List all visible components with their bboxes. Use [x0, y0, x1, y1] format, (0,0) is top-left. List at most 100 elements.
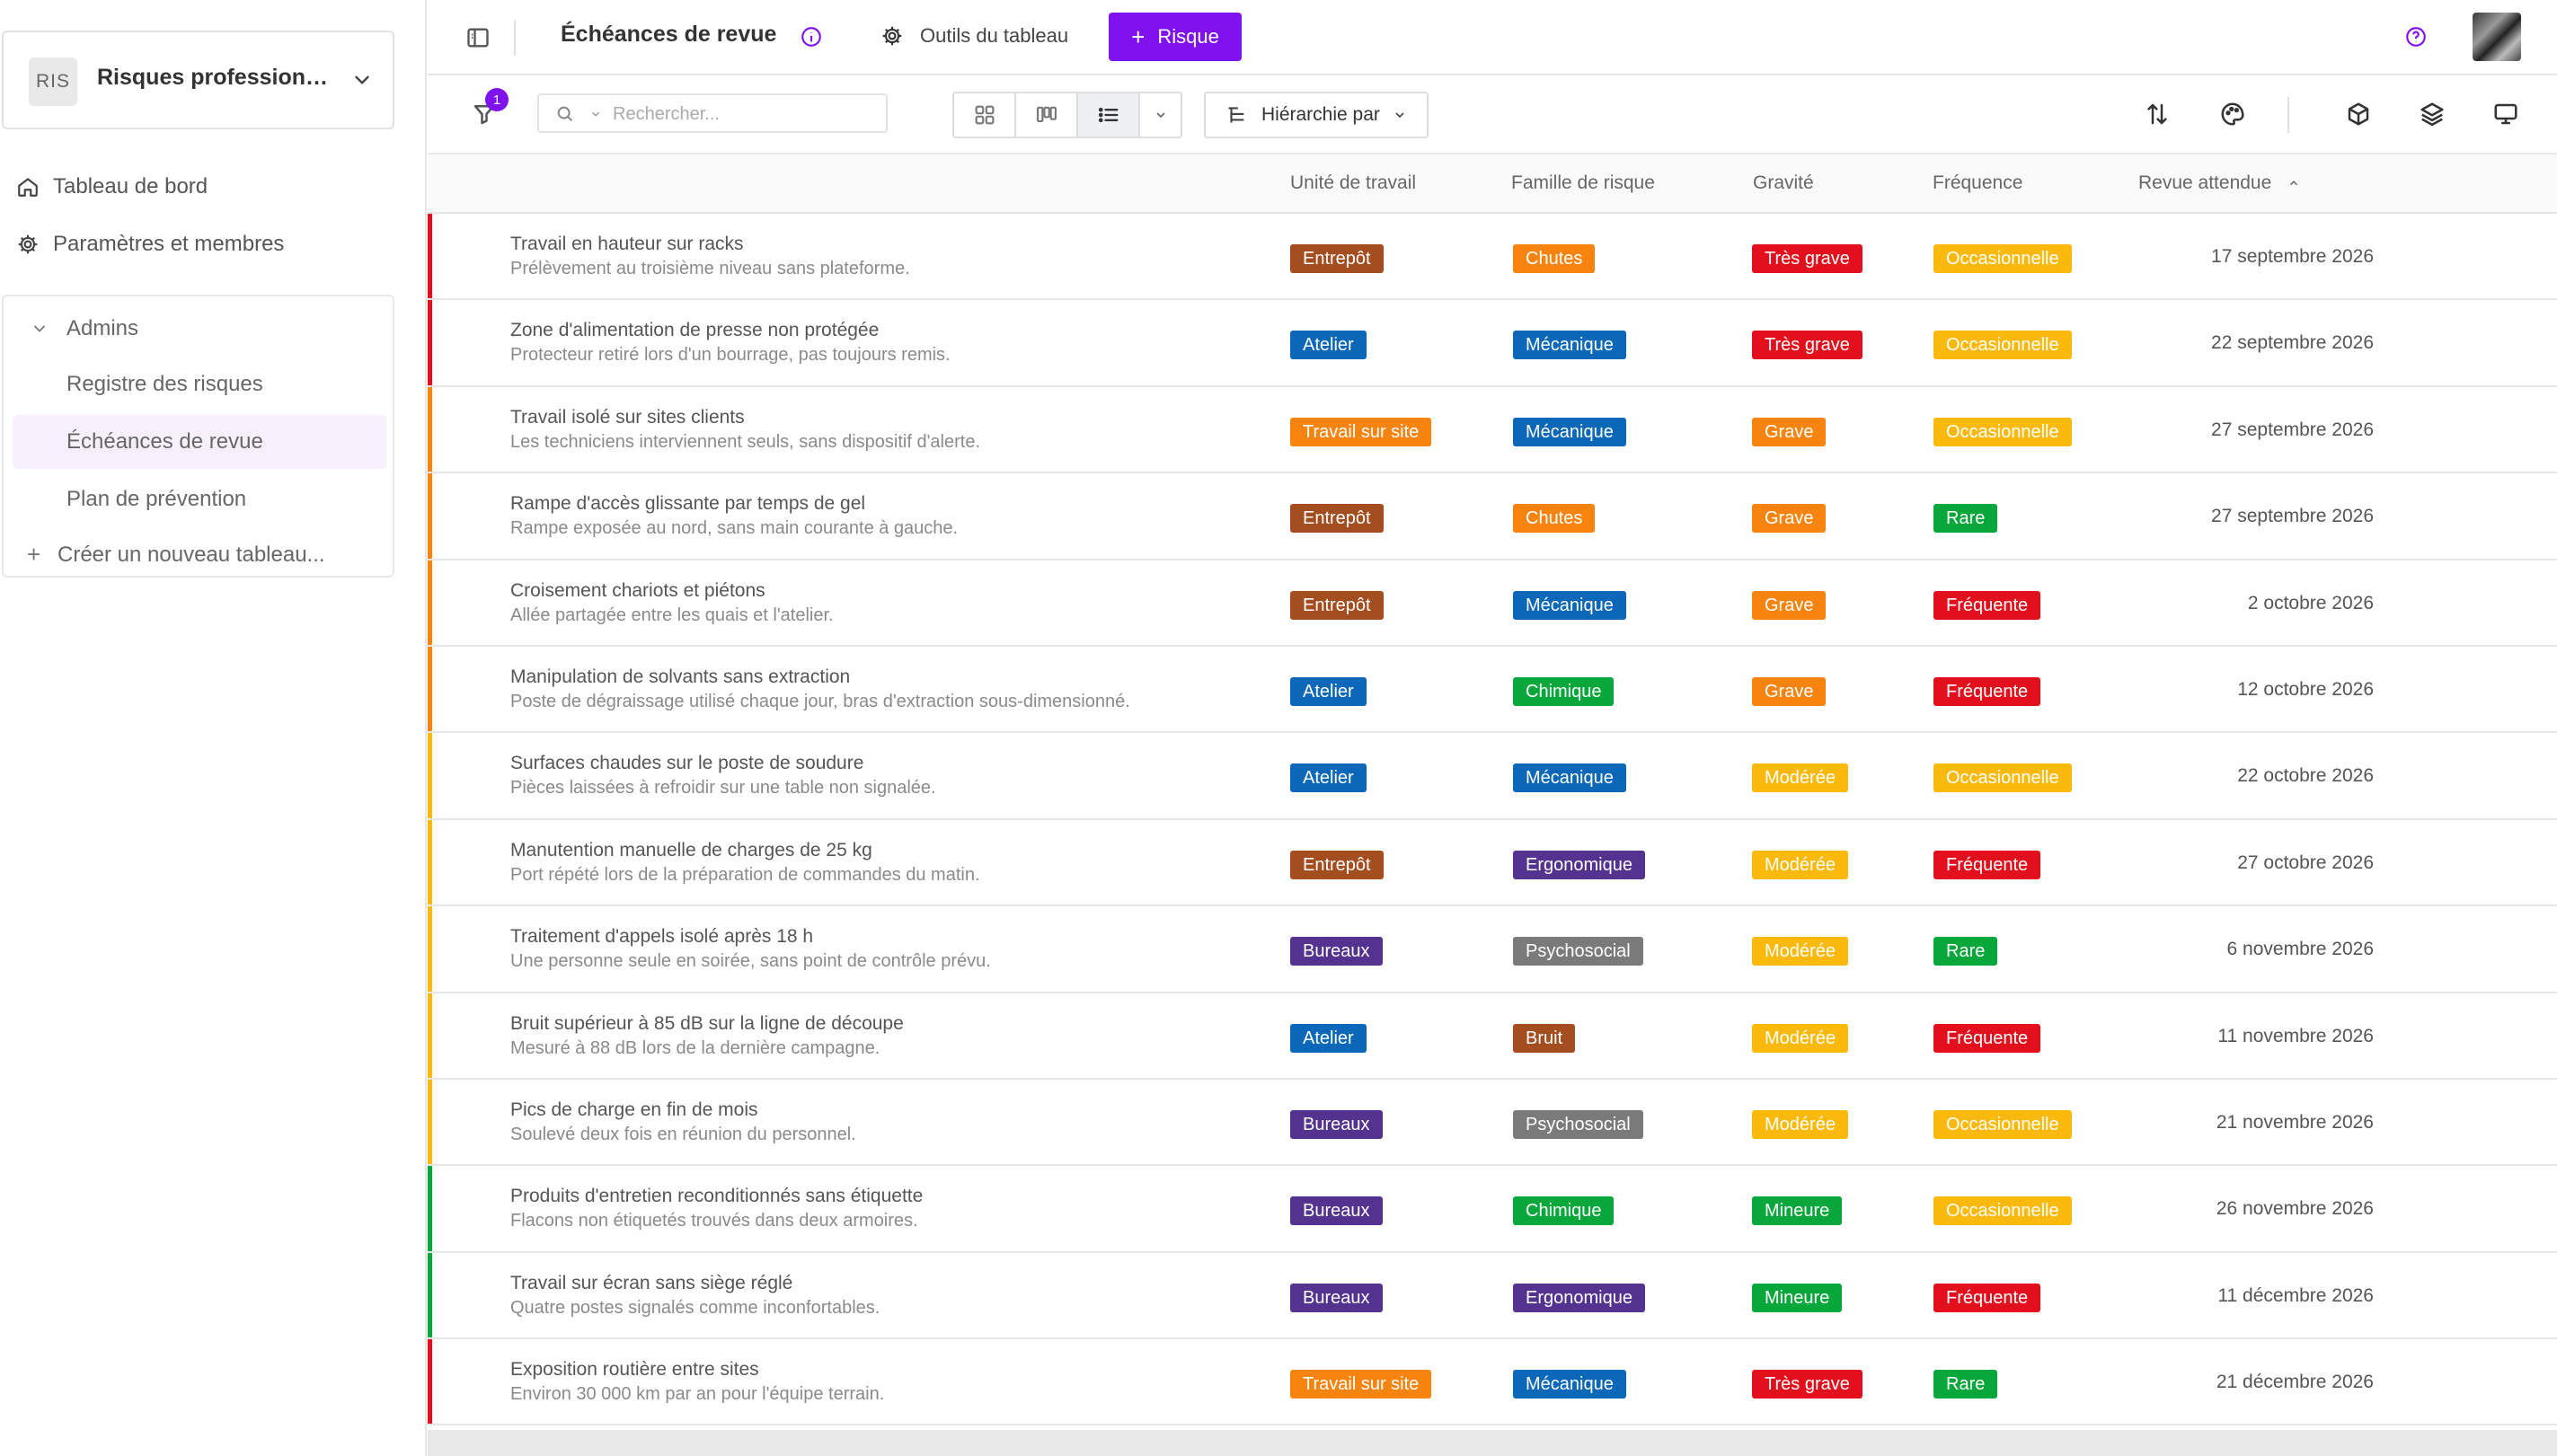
help-icon[interactable]: [2404, 25, 2428, 49]
risk-description: Pièces laissées à refroidir sur une tabl…: [510, 778, 936, 799]
grid-view-button[interactable]: [954, 93, 1016, 137]
unit-tag: Bureaux: [1290, 1283, 1383, 1312]
column-header-family[interactable]: Famille de risque: [1511, 172, 1655, 194]
table-row[interactable]: Croisement chariots et piétons Allée part…: [428, 560, 2557, 647]
risk-description: Quatre postes signalés comme inconfortab…: [510, 1297, 880, 1318]
table-row[interactable]: Manutention manuelle de charges de 25 kg…: [428, 819, 2557, 907]
palette-icon[interactable]: [2219, 101, 2246, 128]
review-date: 12 octobre 2026: [2237, 678, 2374, 700]
column-header-review-label: Revue attendue: [2138, 172, 2272, 193]
table-row[interactable]: Surfaces chaudes sur le poste de soudure…: [428, 733, 2557, 820]
severity-indicator: [428, 560, 432, 645]
risk-title: Travail isolé sur sites clients: [510, 406, 745, 428]
search-icon: [557, 106, 573, 122]
table-footer: [428, 1430, 2557, 1456]
risk-title: Rampe d'accès glissante par temps de gel: [510, 493, 866, 515]
risk-description: Poste de dégraissage utilisé chaque jour…: [510, 691, 1130, 711]
sidebar-item-risk-register[interactable]: Registre des risques: [13, 357, 386, 411]
family-tag: Chimique: [1513, 676, 1615, 706]
create-board-button[interactable]: + Créer un nouveau tableau...: [4, 532, 393, 577]
top-bar: Échéances de revue Outils du tableau + R…: [428, 0, 2557, 75]
table-row[interactable]: Bruit supérieur à 85 dB sur la ligne de …: [428, 993, 2557, 1080]
divider: [2287, 97, 2289, 133]
family-tag: Chutes: [1513, 244, 1596, 273]
unit-tag: Travail sur site: [1290, 417, 1432, 446]
cube-icon[interactable]: [2345, 101, 2372, 128]
grid-icon: [975, 105, 994, 125]
table-row[interactable]: Travail sur écran sans siège réglé Quatre…: [428, 1252, 2557, 1340]
risk-description: Une personne seule en soirée, sans point…: [510, 951, 991, 972]
layers-icon[interactable]: [2419, 101, 2446, 128]
board-tools-button[interactable]: Outils du tableau: [880, 20, 1068, 52]
severity-tag: Modérée: [1752, 850, 1848, 879]
family-tag: Chutes: [1513, 504, 1596, 534]
severity-tag: Mineure: [1752, 1196, 1843, 1226]
sidebar-item-prevention-plan[interactable]: Plan de prévention: [13, 472, 386, 526]
sidebar-toggle-icon[interactable]: [465, 25, 491, 50]
family-tag: Chimique: [1513, 1196, 1615, 1226]
filter-count-badge: 1: [485, 88, 509, 111]
risk-title: Croisement chariots et piétons: [510, 579, 765, 601]
severity-tag: Grave: [1752, 417, 1827, 446]
family-tag: Psychosocial: [1513, 1109, 1643, 1139]
table-row[interactable]: Travail isolé sur sites clients Les techn…: [428, 386, 2557, 474]
unit-tag: Bureaux: [1290, 937, 1383, 966]
page-title: Échéances de revue: [561, 22, 777, 47]
risk-title: Zone d'alimentation de presse non protég…: [510, 320, 880, 341]
create-board-label: Créer un nouveau tableau...: [58, 543, 325, 567]
risk-title: Exposition routière entre sites: [510, 1359, 759, 1381]
avatar[interactable]: [2473, 13, 2521, 61]
group-header[interactable]: Admins: [4, 304, 393, 354]
column-header-unit[interactable]: Unité de travail: [1290, 172, 1416, 194]
table-row[interactable]: Exposition routière entre sites Environ 3…: [428, 1339, 2557, 1426]
sidebar-item-dashboard[interactable]: Tableau de bord: [0, 158, 395, 216]
sort-icon[interactable]: [2144, 101, 2171, 128]
frequency-tag: Fréquente: [1933, 1023, 2041, 1053]
severity-tag: Très grave: [1752, 331, 1862, 360]
review-date: 21 décembre 2026: [2216, 1372, 2374, 1393]
severity-indicator: [428, 733, 432, 818]
severity-tag: Modérée: [1752, 763, 1848, 793]
table-row[interactable]: Manipulation de solvants sans extraction…: [428, 646, 2557, 734]
review-date: 21 novembre 2026: [2216, 1111, 2374, 1133]
risk-title: Travail en hauteur sur racks: [510, 234, 744, 254]
more-views-button[interactable]: [1140, 93, 1181, 137]
family-tag: Mécanique: [1513, 763, 1626, 793]
unit-tag: Entrepôt: [1290, 590, 1384, 620]
info-icon[interactable]: [800, 25, 823, 49]
hierarchy-button[interactable]: Hiérarchie par: [1204, 92, 1429, 138]
sidebar-item-label: Paramètres et membres: [53, 232, 285, 256]
monitor-icon[interactable]: [2492, 101, 2519, 128]
sidebar-item-review-deadlines[interactable]: Échéances de revue: [13, 415, 386, 469]
risk-description: Allée partagée entre les quais et l'atel…: [510, 604, 834, 625]
table-row[interactable]: Traitement d'appels isolé après 18 h Une …: [428, 906, 2557, 993]
chevron-down-icon[interactable]: [589, 108, 602, 120]
add-risk-button[interactable]: + Risque: [1109, 13, 1242, 61]
risk-title: Surfaces chaudes sur le poste de soudure: [510, 753, 864, 774]
severity-indicator: [428, 1339, 432, 1425]
table-row[interactable]: Zone d'alimentation de presse non protég…: [428, 300, 2557, 387]
severity-indicator: [428, 1166, 432, 1251]
frequency-tag: Fréquente: [1933, 676, 2041, 706]
severity-indicator: [428, 819, 432, 905]
table-row[interactable]: Produits d'entretien reconditionnés sans…: [428, 1166, 2557, 1253]
search-input[interactable]: [613, 101, 873, 128]
table-row[interactable]: Travail en hauteur sur racks Prélèvement …: [428, 214, 2557, 301]
list-icon: [1098, 107, 1118, 123]
severity-tag: Grave: [1752, 504, 1827, 534]
workspace-selector[interactable]: RIS Risques professionnels: [2, 31, 394, 129]
list-view-button[interactable]: [1078, 93, 1140, 137]
column-header-review[interactable]: Revue attendue: [2138, 172, 2300, 194]
table-row[interactable]: Pics de charge en fin de mois Soulevé deu…: [428, 1079, 2557, 1167]
hierarchy-label: Hiérarchie par: [1261, 104, 1380, 125]
frequency-tag: Rare: [1933, 937, 1998, 966]
risk-description: Soulevé deux fois en réunion du personne…: [510, 1124, 856, 1144]
column-header-severity[interactable]: Gravité: [1753, 172, 1814, 194]
board-tools-label: Outils du tableau: [920, 24, 1069, 47]
kanban-view-button[interactable]: [1016, 93, 1078, 137]
table-row[interactable]: Rampe d'accès glissante par temps de gel…: [428, 473, 2557, 560]
review-date: 6 novembre 2026: [2226, 939, 2374, 960]
column-header-frequency[interactable]: Fréquence: [1933, 172, 2022, 194]
sidebar-item-label: Échéances de revue: [66, 429, 263, 454]
sidebar-item-settings[interactable]: Paramètres et membres: [0, 216, 395, 273]
